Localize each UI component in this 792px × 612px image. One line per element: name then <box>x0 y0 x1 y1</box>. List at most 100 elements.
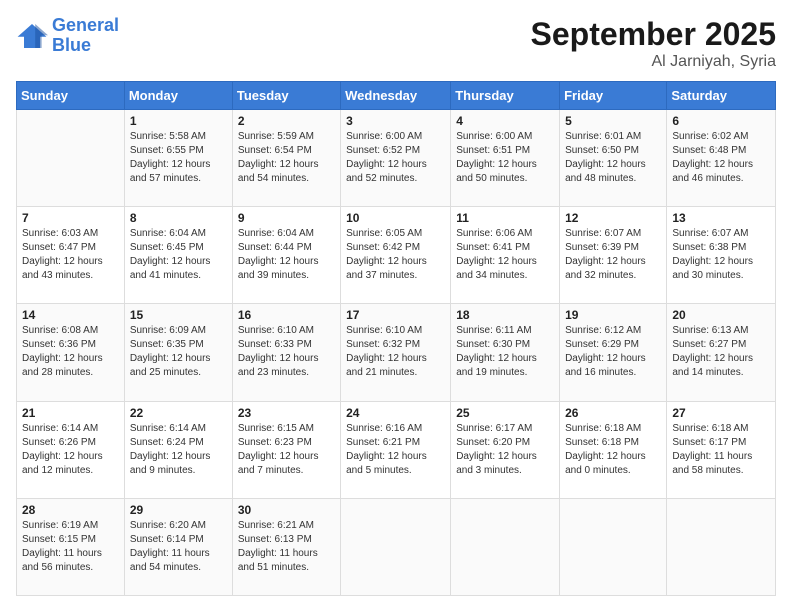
day-number: 30 <box>238 503 335 517</box>
day-number: 13 <box>672 211 770 225</box>
calendar-cell: 17Sunrise: 6:10 AM Sunset: 6:32 PM Dayli… <box>341 304 451 401</box>
calendar-cell: 9Sunrise: 6:04 AM Sunset: 6:44 PM Daylig… <box>232 207 340 304</box>
calendar-week-row: 28 Sunrise: 6:19 AM Sunset: 6:15 PM Dayli… <box>17 498 776 595</box>
day-info: Sunrise: 6:14 AM Sunset: 6:24 PM Dayligh… <box>130 422 227 478</box>
calendar-cell: 14Sunrise: 6:08 AM Sunset: 6:36 PM Dayli… <box>17 304 125 401</box>
calendar-cell: 4 Sunrise: 6:00 AM Sunset: 6:51 PM Daylig… <box>451 110 560 207</box>
calendar-cell: 13 Sunrise: 6:07 AM Sunset: 6:38 PM Dayli… <box>667 207 776 304</box>
day-number: 1 <box>130 114 227 128</box>
day-info: Sunrise: 6:05 AM Sunset: 6:42 PM Dayligh… <box>346 227 445 283</box>
title-block: September 2025 Al Jarniyah, Syria <box>531 16 776 71</box>
day-number: 21 <box>22 406 119 420</box>
calendar-cell: 28 Sunrise: 6:19 AM Sunset: 6:15 PM Dayli… <box>17 498 125 595</box>
calendar-cell: 21 Sunrise: 6:14 AM Sunset: 6:26 PM Dayli… <box>17 401 125 498</box>
day-number: 6 <box>672 114 770 128</box>
day-info: Sunrise: 6:02 AM Sunset: 6:48 PM Dayligh… <box>672 130 770 186</box>
calendar-cell <box>17 110 125 207</box>
header: General Blue September 2025 Al Jarniyah,… <box>16 16 776 71</box>
day-info: Sunrise: 6:20 AM Sunset: 6:14 PM Dayligh… <box>130 519 227 575</box>
day-info: Sunrise: 6:15 AM Sunset: 6:23 PM Dayligh… <box>238 422 335 478</box>
day-info: Sunrise: 6:16 AM Sunset: 6:21 PM Dayligh… <box>346 422 445 478</box>
calendar-cell: 7 Sunrise: 6:03 AM Sunset: 6:47 PM Daylig… <box>17 207 125 304</box>
col-tuesday: Tuesday <box>232 82 340 110</box>
day-number: 9 <box>238 211 335 225</box>
logo: General Blue <box>16 16 119 56</box>
logo-icon <box>16 22 48 50</box>
calendar-cell: 16Sunrise: 6:10 AM Sunset: 6:33 PM Dayli… <box>232 304 340 401</box>
col-friday: Friday <box>560 82 667 110</box>
calendar-cell: 1 Sunrise: 5:58 AM Sunset: 6:55 PM Daylig… <box>124 110 232 207</box>
day-number: 20 <box>672 308 770 322</box>
day-number: 5 <box>565 114 661 128</box>
day-info: Sunrise: 6:07 AM Sunset: 6:39 PM Dayligh… <box>565 227 661 283</box>
calendar-cell: 15 Sunrise: 6:09 AM Sunset: 6:35 PM Dayli… <box>124 304 232 401</box>
calendar-cell: 22 Sunrise: 6:14 AM Sunset: 6:24 PM Dayli… <box>124 401 232 498</box>
day-info: Sunrise: 6:13 AM Sunset: 6:27 PM Dayligh… <box>672 324 770 380</box>
calendar-cell: 5Sunrise: 6:01 AM Sunset: 6:50 PM Daylig… <box>560 110 667 207</box>
col-thursday: Thursday <box>451 82 560 110</box>
calendar-week-row: 7 Sunrise: 6:03 AM Sunset: 6:47 PM Daylig… <box>17 207 776 304</box>
day-number: 15 <box>130 308 227 322</box>
calendar-cell: 26Sunrise: 6:18 AM Sunset: 6:18 PM Dayli… <box>560 401 667 498</box>
calendar-cell: 27Sunrise: 6:18 AM Sunset: 6:17 PM Dayli… <box>667 401 776 498</box>
calendar-cell <box>341 498 451 595</box>
calendar-cell: 3 Sunrise: 6:00 AM Sunset: 6:52 PM Daylig… <box>341 110 451 207</box>
calendar-cell: 12 Sunrise: 6:07 AM Sunset: 6:39 PM Dayli… <box>560 207 667 304</box>
day-info: Sunrise: 6:04 AM Sunset: 6:45 PM Dayligh… <box>130 227 227 283</box>
page: General Blue September 2025 Al Jarniyah,… <box>0 0 792 612</box>
day-number: 24 <box>346 406 445 420</box>
calendar-cell: 8 Sunrise: 6:04 AM Sunset: 6:45 PM Daylig… <box>124 207 232 304</box>
col-sunday: Sunday <box>17 82 125 110</box>
day-number: 22 <box>130 406 227 420</box>
day-number: 19 <box>565 308 661 322</box>
main-title: September 2025 <box>531 16 776 53</box>
calendar-cell: 6 Sunrise: 6:02 AM Sunset: 6:48 PM Daylig… <box>667 110 776 207</box>
calendar-cell: 24 Sunrise: 6:16 AM Sunset: 6:21 PM Dayli… <box>341 401 451 498</box>
day-number: 3 <box>346 114 445 128</box>
day-info: Sunrise: 6:21 AM Sunset: 6:13 PM Dayligh… <box>238 519 335 575</box>
calendar-week-row: 21 Sunrise: 6:14 AM Sunset: 6:26 PM Dayli… <box>17 401 776 498</box>
subtitle: Al Jarniyah, Syria <box>531 53 776 71</box>
day-info: Sunrise: 6:00 AM Sunset: 6:51 PM Dayligh… <box>456 130 554 186</box>
day-number: 14 <box>22 308 119 322</box>
day-info: Sunrise: 6:17 AM Sunset: 6:20 PM Dayligh… <box>456 422 554 478</box>
day-number: 25 <box>456 406 554 420</box>
day-info: Sunrise: 5:58 AM Sunset: 6:55 PM Dayligh… <box>130 130 227 186</box>
day-info: Sunrise: 6:14 AM Sunset: 6:26 PM Dayligh… <box>22 422 119 478</box>
day-number: 12 <box>565 211 661 225</box>
calendar-cell: 2 Sunrise: 5:59 AM Sunset: 6:54 PM Daylig… <box>232 110 340 207</box>
day-number: 10 <box>346 211 445 225</box>
day-info: Sunrise: 6:09 AM Sunset: 6:35 PM Dayligh… <box>130 324 227 380</box>
day-info: Sunrise: 6:18 AM Sunset: 6:18 PM Dayligh… <box>565 422 661 478</box>
day-info: Sunrise: 6:11 AM Sunset: 6:30 PM Dayligh… <box>456 324 554 380</box>
logo-text: General Blue <box>52 16 119 56</box>
calendar-cell <box>667 498 776 595</box>
calendar-cell: 11Sunrise: 6:06 AM Sunset: 6:41 PM Dayli… <box>451 207 560 304</box>
calendar-cell: 25 Sunrise: 6:17 AM Sunset: 6:20 PM Dayli… <box>451 401 560 498</box>
calendar-cell: 10 Sunrise: 6:05 AM Sunset: 6:42 PM Dayli… <box>341 207 451 304</box>
calendar-cell: 20 Sunrise: 6:13 AM Sunset: 6:27 PM Dayli… <box>667 304 776 401</box>
calendar-cell: 30 Sunrise: 6:21 AM Sunset: 6:13 PM Dayli… <box>232 498 340 595</box>
day-number: 23 <box>238 406 335 420</box>
day-info: Sunrise: 6:00 AM Sunset: 6:52 PM Dayligh… <box>346 130 445 186</box>
day-info: Sunrise: 6:19 AM Sunset: 6:15 PM Dayligh… <box>22 519 119 575</box>
calendar-cell: 18Sunrise: 6:11 AM Sunset: 6:30 PM Dayli… <box>451 304 560 401</box>
day-info: Sunrise: 6:07 AM Sunset: 6:38 PM Dayligh… <box>672 227 770 283</box>
day-number: 2 <box>238 114 335 128</box>
day-number: 7 <box>22 211 119 225</box>
calendar-cell <box>451 498 560 595</box>
day-info: Sunrise: 5:59 AM Sunset: 6:54 PM Dayligh… <box>238 130 335 186</box>
calendar-table: Sunday Monday Tuesday Wednesday Thursday… <box>16 81 776 596</box>
day-number: 8 <box>130 211 227 225</box>
day-number: 28 <box>22 503 119 517</box>
col-wednesday: Wednesday <box>341 82 451 110</box>
day-info: Sunrise: 6:03 AM Sunset: 6:47 PM Dayligh… <box>22 227 119 283</box>
day-info: Sunrise: 6:18 AM Sunset: 6:17 PM Dayligh… <box>672 422 770 478</box>
day-info: Sunrise: 6:12 AM Sunset: 6:29 PM Dayligh… <box>565 324 661 380</box>
calendar-cell: 29 Sunrise: 6:20 AM Sunset: 6:14 PM Dayli… <box>124 498 232 595</box>
day-info: Sunrise: 6:06 AM Sunset: 6:41 PM Dayligh… <box>456 227 554 283</box>
day-number: 29 <box>130 503 227 517</box>
day-number: 4 <box>456 114 554 128</box>
calendar-week-row: 14Sunrise: 6:08 AM Sunset: 6:36 PM Dayli… <box>17 304 776 401</box>
day-number: 17 <box>346 308 445 322</box>
